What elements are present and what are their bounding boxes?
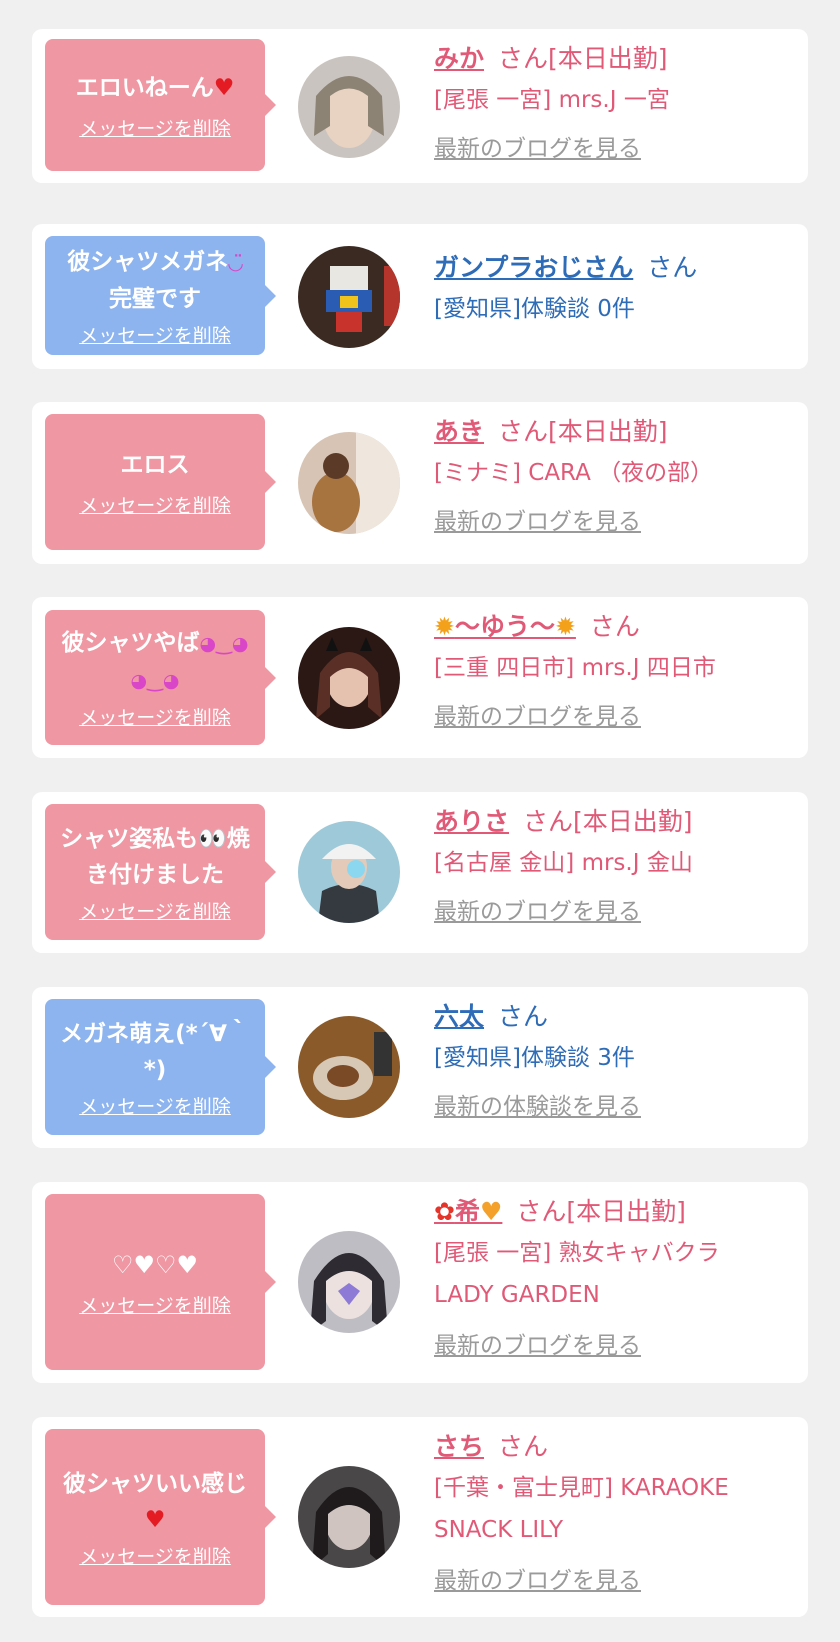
list-item: シャツ姿私も👀焼 き付けました メッセージを削除 ありさ さん[本日出勤] [名古屋… (32, 792, 808, 953)
message-bubble: エロス メッセージを削除 (45, 414, 276, 550)
user-info: みか さん[本日出勤] [尾張 一宮] mrs.J 一宮 最新のブログを見る (434, 39, 794, 163)
user-name-link[interactable]: ✹〜ゆう〜✹ (434, 612, 576, 641)
shop-detail: [ミナミ] CARA （夜の部） (434, 460, 714, 486)
heart-orange-icon: ♥ (479, 1197, 503, 1226)
user-info: ありさ さん[本日出勤] [名古屋 金山] mrs.J 金山 最新のブログを見る (434, 802, 794, 926)
review-count: [愛知県]体験談 0件 (434, 296, 635, 322)
user-info: 六太 さん [愛知県]体験談 3件 最新の体験談を見る (434, 997, 794, 1121)
user-name-link[interactable]: 六太 (434, 1002, 484, 1031)
name-suffix: さん (589, 612, 640, 641)
avatar[interactable] (298, 1466, 400, 1568)
delete-message-link[interactable]: メッセージを削除 (79, 491, 231, 518)
delete-message-link[interactable]: メッセージを削除 (79, 1542, 231, 1569)
shop-detail: [三重 四日市] mrs.J 四日市 (434, 655, 716, 681)
name-suffix: さん (647, 253, 698, 282)
user-info: さち さん [千葉・富士見町] KARAOKE SNACK LILY 最新のブログ… (434, 1427, 794, 1595)
message-text: ♡♥♡♥ (111, 1250, 199, 1279)
user-name-link[interactable]: ありさ (434, 807, 509, 836)
starry-eyes-icon: ◕‿◕ (199, 633, 249, 655)
sunflower-icon: ✹ (434, 612, 455, 641)
shop-detail-line2: LADY GARDEN (434, 1282, 600, 1308)
user-name-link[interactable]: みか (434, 44, 484, 73)
name-suffix: さん[本日出勤] (516, 1197, 686, 1226)
message-bubble: 彼シャツやば◕‿◕ ◕‿◕ メッセージを削除 (45, 610, 276, 745)
name-suffix: さん (498, 1432, 549, 1461)
name-suffix: さん[本日出勤] (498, 44, 668, 73)
avatar[interactable] (298, 627, 400, 729)
message-text: 彼シャツメガネ◡̈ 完璧です (67, 248, 243, 312)
heart-icon: ♥ (213, 74, 235, 101)
message-bubble: シャツ姿私も👀焼 き付けました メッセージを削除 (45, 804, 276, 940)
user-info: ✿希♥ さん[本日出勤] [尾張 一宮] 熟女キャバクラ LADY GARDEN … (434, 1192, 794, 1360)
user-name-link[interactable]: あき (434, 417, 484, 446)
avatar[interactable] (298, 56, 400, 158)
name-suffix: さん (498, 1002, 549, 1031)
heart-icon: ♥ (144, 1506, 166, 1533)
message-bubble: ♡♥♡♥ メッセージを削除 (45, 1194, 276, 1370)
avatar[interactable] (298, 1231, 400, 1333)
delete-message-link[interactable]: メッセージを削除 (79, 1291, 231, 1318)
latest-blog-link[interactable]: 最新のブログを見る (434, 1326, 794, 1360)
starry-eyes-icon: ◕‿◕ (130, 670, 180, 692)
latest-review-link[interactable]: 最新の体験談を見る (434, 1087, 794, 1121)
message-text: 彼シャツやば◕‿◕ ◕‿◕ (61, 630, 249, 692)
delete-message-link[interactable]: メッセージを削除 (79, 321, 231, 348)
smiley-icon: ◡̈ (228, 251, 243, 274)
latest-blog-link[interactable]: 最新のブログを見る (434, 502, 794, 536)
delete-message-link[interactable]: メッセージを削除 (79, 114, 231, 141)
list-item: 彼シャツメガネ◡̈ 完璧です メッセージを削除 ガンプラおじさん さん [愛知県]体… (32, 224, 808, 369)
shop-detail: [千葉・富士見町] KARAOKE (434, 1475, 729, 1501)
message-bubble: 彼シャツメガネ◡̈ 完璧です メッセージを削除 (45, 236, 276, 355)
message-text: メガネ萌え(*´∀｀ *) (60, 1020, 250, 1083)
latest-blog-link[interactable]: 最新のブログを見る (434, 1561, 794, 1595)
message-text: エロス (120, 451, 190, 478)
name-suffix: さん[本日出勤] (498, 417, 668, 446)
list-item: 彼シャツいい感じ ♥ メッセージを削除 さち さん [千葉・富士見町] KARAOK… (32, 1417, 808, 1617)
review-count: [愛知県]体験談 3件 (434, 1045, 635, 1071)
message-list: エロいねーん♥ メッセージを削除 みか さん[本日出勤] [尾張 一宮] mrs.… (0, 0, 840, 1642)
user-name-link[interactable]: ✿希♥ (434, 1197, 502, 1226)
message-bubble: 彼シャツいい感じ ♥ メッセージを削除 (45, 1429, 276, 1605)
message-text: シャツ姿私も👀焼 き付けました (60, 825, 250, 888)
delete-message-link[interactable]: メッセージを削除 (79, 703, 231, 730)
list-item: エロいねーん♥ メッセージを削除 みか さん[本日出勤] [尾張 一宮] mrs.… (32, 29, 808, 183)
latest-blog-link[interactable]: 最新のブログを見る (434, 697, 794, 731)
user-info: ガンプラおじさん さん [愛知県]体験談 0件 (434, 248, 794, 330)
sunflower-icon: ✹ (554, 612, 576, 641)
latest-blog-link[interactable]: 最新のブログを見る (434, 129, 794, 163)
list-item: 彼シャツやば◕‿◕ ◕‿◕ メッセージを削除 ✹〜ゆう〜✹ さん [三重 四日市] … (32, 597, 808, 758)
shop-detail: [尾張 一宮] 熟女キャバクラ (434, 1240, 720, 1266)
user-name-link[interactable]: ガンプラおじさん (434, 253, 633, 282)
message-bubble: メガネ萌え(*´∀｀ *) メッセージを削除 (45, 999, 276, 1135)
message-text: 彼シャツいい感じ ♥ (63, 1470, 247, 1533)
latest-blog-link[interactable]: 最新のブログを見る (434, 892, 794, 926)
avatar[interactable] (298, 432, 400, 534)
user-info: あき さん[本日出勤] [ミナミ] CARA （夜の部） 最新のブログを見る (434, 412, 794, 536)
shop-detail-line2: SNACK LILY (434, 1517, 563, 1543)
user-name-link[interactable]: さち (434, 1432, 484, 1461)
avatar[interactable] (298, 821, 400, 923)
delete-message-link[interactable]: メッセージを削除 (79, 897, 231, 924)
message-text: エロいねーん♥ (75, 74, 235, 101)
message-bubble: エロいねーん♥ メッセージを削除 (45, 39, 276, 171)
list-item: メガネ萌え(*´∀｀ *) メッセージを削除 六太 さん [愛知県]体験談 3件 最… (32, 987, 808, 1148)
list-item: エロス メッセージを削除 あき さん[本日出勤] [ミナミ] CARA （夜の部）… (32, 402, 808, 564)
shop-detail: [名古屋 金山] mrs.J 金山 (434, 850, 693, 876)
flower-icon: ✿ (434, 1197, 455, 1226)
name-suffix: さん[本日出勤] (523, 807, 693, 836)
avatar[interactable] (298, 246, 400, 348)
avatar[interactable] (298, 1016, 400, 1118)
shop-detail: [尾張 一宮] mrs.J 一宮 (434, 87, 670, 113)
eyes-icon: 👀 (198, 825, 227, 852)
delete-message-link[interactable]: メッセージを削除 (79, 1092, 231, 1119)
list-item: ♡♥♡♥ メッセージを削除 ✿希♥ さん[本日出勤] [尾張 一宮] 熟女キャバク… (32, 1182, 808, 1383)
user-info: ✹〜ゆう〜✹ さん [三重 四日市] mrs.J 四日市 最新のブログを見る (434, 607, 794, 731)
